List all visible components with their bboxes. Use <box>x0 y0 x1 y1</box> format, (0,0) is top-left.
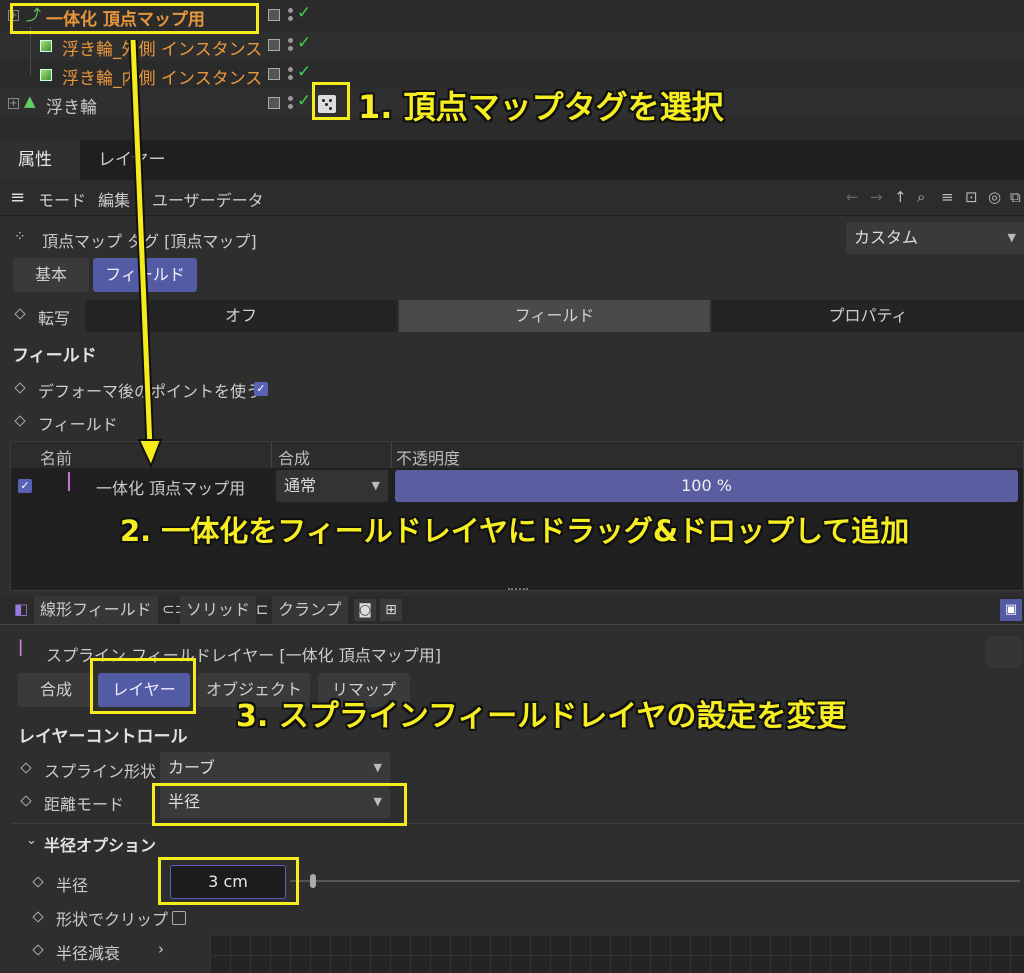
highlight-distance-mode <box>152 783 407 826</box>
highlight-layer-tab <box>90 658 196 714</box>
layer-control-title: レイヤーコントロール <box>18 727 188 747</box>
radius-slider-track[interactable] <box>290 880 1020 882</box>
layer-toggle-icon[interactable]: ▣ <box>1000 599 1022 621</box>
layer-icon[interactable] <box>268 9 280 21</box>
radius-slider-knob[interactable] <box>310 874 316 888</box>
divider <box>0 624 1024 625</box>
visibility-dots-icon[interactable] <box>287 37 293 53</box>
expand-icon[interactable]: + <box>8 98 19 109</box>
field-section-title: フィールド <box>12 346 97 366</box>
spline-shape-label: スプライン形状 <box>44 762 157 781</box>
spline-shape-value: カーブ <box>168 758 216 777</box>
folder-icon[interactable]: ◙ <box>354 599 376 621</box>
visibility-dots-icon[interactable] <box>287 66 293 82</box>
column-name[interactable]: 名前 <box>40 445 72 469</box>
spline-shape-dropdown[interactable]: カーブ ▼ <box>160 752 390 784</box>
torus-icon: ▲ <box>24 92 36 110</box>
spline-layer-icon: ꟾ <box>18 640 24 661</box>
transfer-option-field[interactable]: フィールド <box>399 300 710 332</box>
search-icon[interactable]: ⌕ <box>917 188 925 206</box>
hamburger-icon[interactable]: ≡ <box>10 189 25 207</box>
transfer-option-property[interactable]: プロパティ <box>712 300 1024 332</box>
tab-blend[interactable]: 合成 <box>18 673 94 707</box>
blend-mode-value: 通常 <box>284 476 317 495</box>
preset-value: カスタム <box>854 228 919 247</box>
enabled-check-icon[interactable]: ✓ <box>297 62 311 82</box>
tab-attributes[interactable]: 属性 <box>0 140 80 180</box>
column-blend[interactable]: 合成 <box>278 445 310 469</box>
chevron-right-icon[interactable]: › <box>158 940 164 958</box>
spline-layer-icon: ꟾ <box>66 472 72 496</box>
linear-field-button[interactable]: 線形フィールド <box>34 596 158 624</box>
preset-dropdown[interactable]: カスタム ▼ <box>846 222 1024 254</box>
radius-options-title: 半径オプション <box>44 836 157 855</box>
fields-label: フィールド <box>38 415 118 434</box>
instance-icon <box>40 40 52 52</box>
drag-arrow <box>128 40 163 469</box>
falloff-label: 半径減衰 <box>56 944 121 963</box>
enabled-check-icon[interactable]: ✓ <box>297 3 311 23</box>
object-name[interactable]: 浮き輪 <box>46 93 97 118</box>
filter-icon[interactable]: ≡ <box>941 188 954 206</box>
clip-checkbox[interactable] <box>172 911 186 925</box>
resize-handle[interactable] <box>508 588 528 591</box>
transfer-label: 転写 <box>38 309 71 328</box>
chevron-down-icon: ▼ <box>373 761 382 774</box>
falloff-curve-graph[interactable] <box>210 935 1024 973</box>
highlight-vertex-map-tag <box>312 82 350 120</box>
tab-basic[interactable]: 基本 <box>13 258 89 292</box>
back-arrow-icon[interactable]: ← <box>846 188 859 206</box>
instance-icon <box>40 69 52 81</box>
add-layer-icon[interactable]: ⊞ <box>380 599 402 621</box>
field-add-toolbar: ◧ 線形フィールド ⊂⊃ ソリッド ⊏ クランプ ◙ ⊞ ▣ <box>0 596 1024 624</box>
annotation-step1: 1. 頂点マップタグを選択 <box>358 88 724 126</box>
annotation-step3: 3. スプラインフィールドレイヤの設定を変更 <box>236 699 847 734</box>
layer-icon[interactable] <box>268 39 280 51</box>
clip-label: 形状でクリップ <box>56 910 169 929</box>
clamp-icon: ⊏ <box>256 600 269 618</box>
target-icon[interactable]: ◎ <box>988 188 1001 206</box>
highlight-radius-input <box>158 857 299 905</box>
forward-arrow-icon[interactable]: → <box>870 188 883 206</box>
radius-label: 半径 <box>56 876 89 895</box>
layer-name[interactable]: 一体化 頂点マップ用 <box>96 475 245 499</box>
distance-mode-label: 距離モード <box>44 795 125 814</box>
collapse-chevron-icon[interactable]: ⌄ <box>26 833 37 848</box>
linear-field-icon: ◧ <box>14 600 29 618</box>
menu-mode[interactable]: モード <box>38 187 86 211</box>
chevron-down-icon: ▼ <box>1007 231 1016 244</box>
opacity-bar[interactable]: 100 % <box>395 470 1018 502</box>
blend-mode-dropdown[interactable]: 通常 ▼ <box>276 470 388 502</box>
enabled-check-icon[interactable]: ✓ <box>297 33 311 53</box>
new-window-icon[interactable]: ⧉ <box>1010 188 1021 206</box>
visibility-dots-icon[interactable] <box>287 7 293 23</box>
lock-icon[interactable]: ⊡ <box>965 188 978 206</box>
use-deformed-checkbox[interactable]: ✓ <box>254 382 268 396</box>
solid-field-button[interactable]: ソリッド <box>180 596 257 624</box>
layer-icon[interactable] <box>268 97 280 109</box>
enabled-check-icon[interactable]: ✓ <box>297 91 311 111</box>
annotation-step2: 2. 一体化をフィールドレイヤにドラッグ&ドロップして追加 <box>120 514 910 548</box>
layer-icon[interactable] <box>268 68 280 80</box>
chevron-down-icon: ▼ <box>371 479 380 492</box>
highlight-connect-object <box>10 3 259 34</box>
up-arrow-icon[interactable]: ↑ <box>894 188 907 206</box>
clamp-button[interactable]: クランプ <box>272 596 348 624</box>
column-opacity[interactable]: 不透明度 <box>396 445 460 469</box>
layer-options-button[interactable] <box>986 636 1022 668</box>
vertex-map-icon: ⁘ <box>14 229 26 245</box>
layer-enable-checkbox[interactable]: ✓ <box>18 479 32 493</box>
visibility-dots-icon[interactable] <box>287 95 293 111</box>
